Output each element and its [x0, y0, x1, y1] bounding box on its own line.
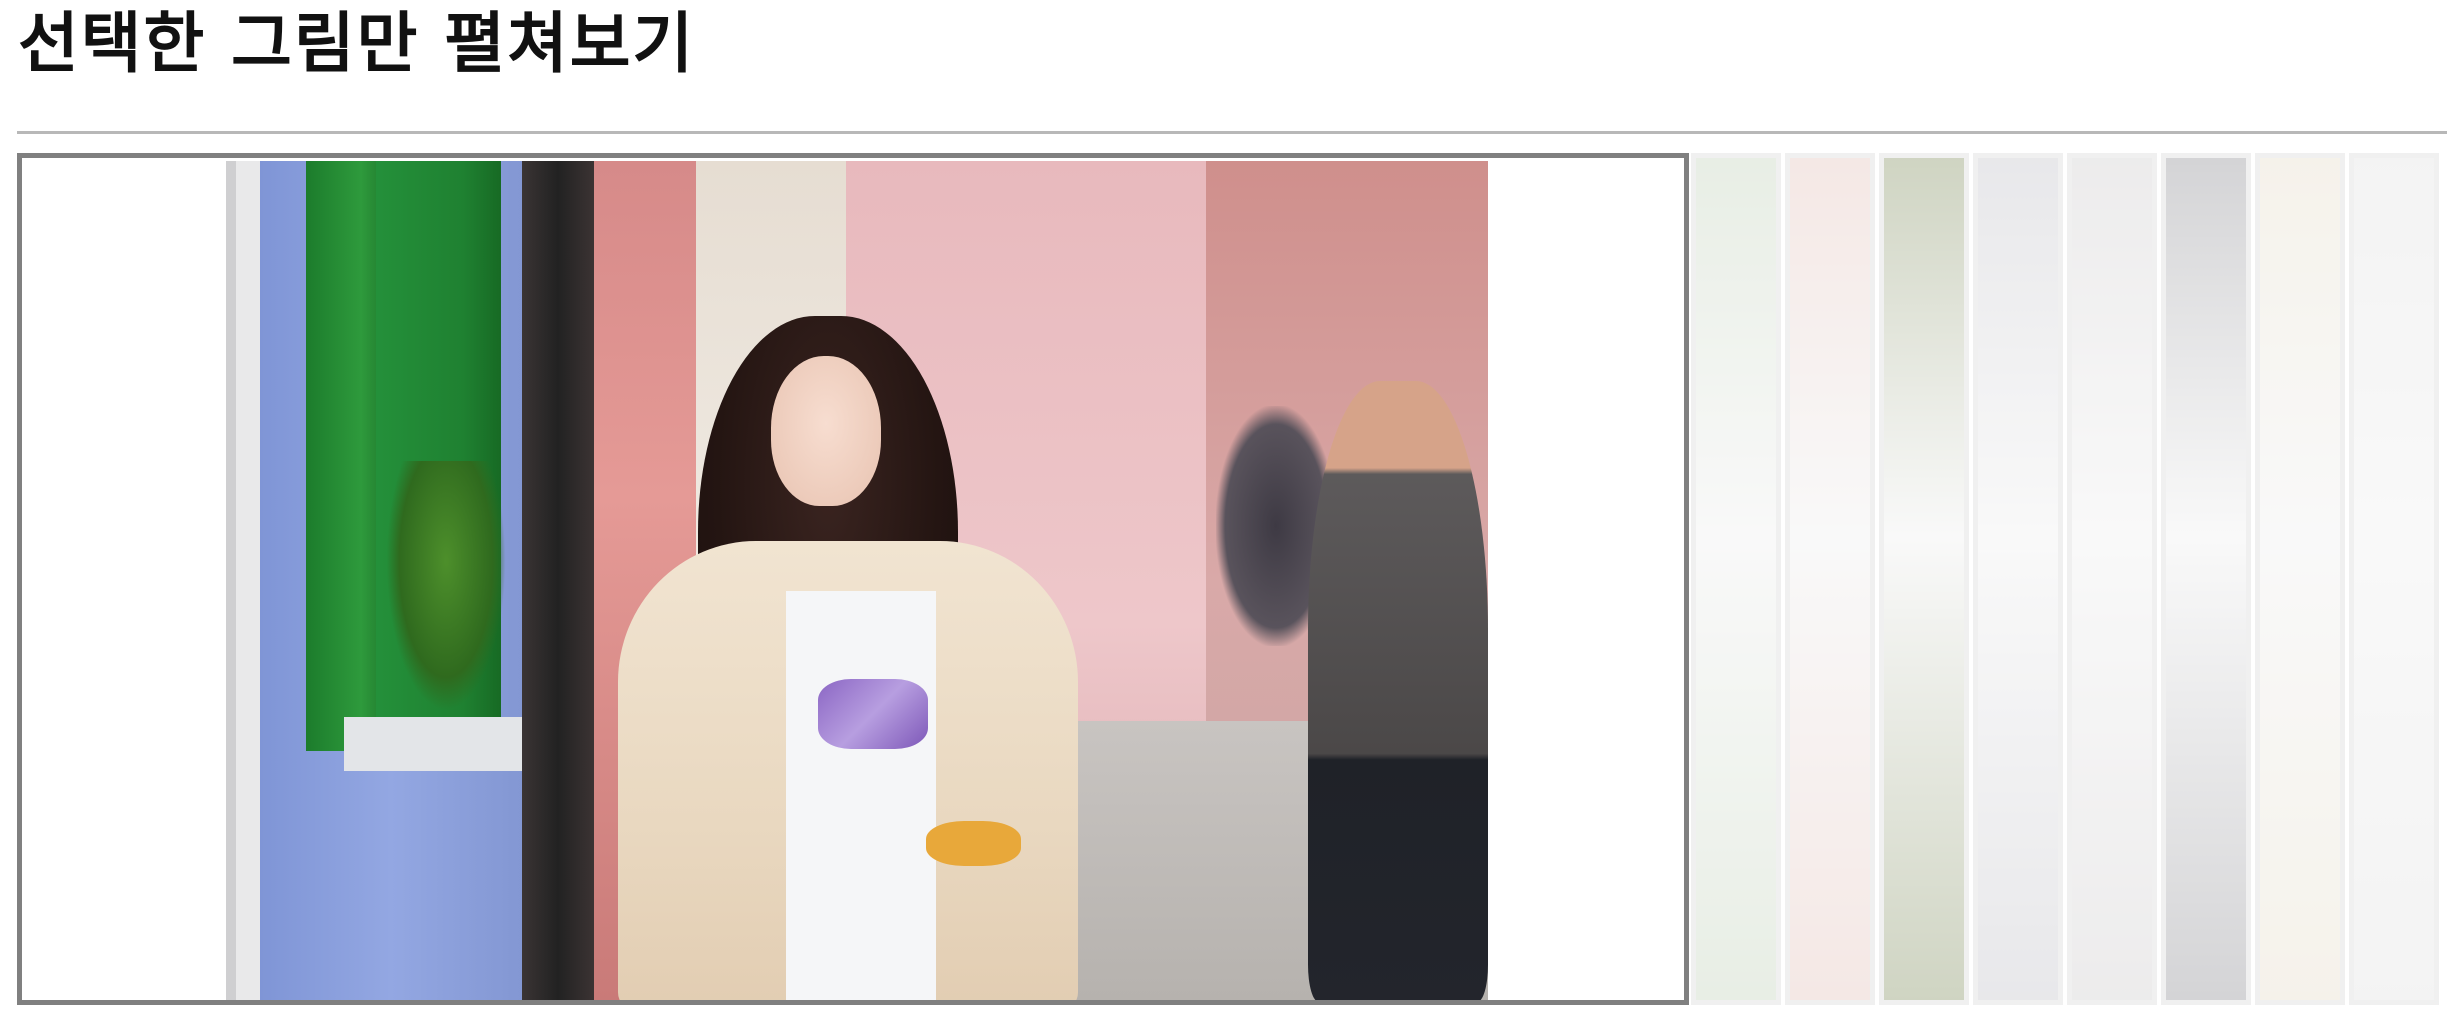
thumbnail-2-image	[1790, 158, 1870, 1000]
title-divider	[17, 131, 2447, 134]
thumbnail-7-image	[2260, 158, 2340, 1000]
thumbnail-2[interactable]	[1785, 153, 1875, 1005]
thumbnail-7[interactable]	[2255, 153, 2345, 1005]
photo-pole	[522, 161, 594, 1000]
photo-background-woman	[1308, 381, 1488, 1000]
thumbnail-4-image	[1978, 158, 2058, 1000]
page-title: 선택한 그림만 펼쳐보기	[18, 5, 696, 82]
thumbnail-8-image	[2354, 158, 2434, 1000]
thumbnail-3-image	[1884, 158, 1964, 1000]
thumbnail-5-image	[2072, 158, 2152, 1000]
thumbnail-8[interactable]	[2349, 153, 2439, 1005]
photo-window-sill	[344, 717, 536, 771]
thumbnail-strips	[1691, 153, 2449, 1005]
thumbnail-1-image	[1696, 158, 1776, 1000]
thumbnail-6[interactable]	[2161, 153, 2251, 1005]
photo-subject-cuff	[926, 821, 1021, 866]
photo-snack	[818, 679, 928, 749]
selected-photo-panel[interactable]	[17, 153, 1689, 1005]
thumbnail-3[interactable]	[1879, 153, 1969, 1005]
thumbnail-6-image	[2166, 158, 2246, 1000]
photo-plant	[386, 461, 506, 711]
thumbnail-5[interactable]	[2067, 153, 2157, 1005]
photo-wall-trim	[236, 161, 260, 1000]
photo-subject-face	[771, 356, 881, 506]
selected-photo	[226, 161, 1488, 1000]
thumbnail-4[interactable]	[1973, 153, 2063, 1005]
thumbnail-1[interactable]	[1691, 153, 1781, 1005]
accordion-gallery	[17, 153, 2449, 1005]
photo-subject-shirt	[786, 591, 936, 1000]
